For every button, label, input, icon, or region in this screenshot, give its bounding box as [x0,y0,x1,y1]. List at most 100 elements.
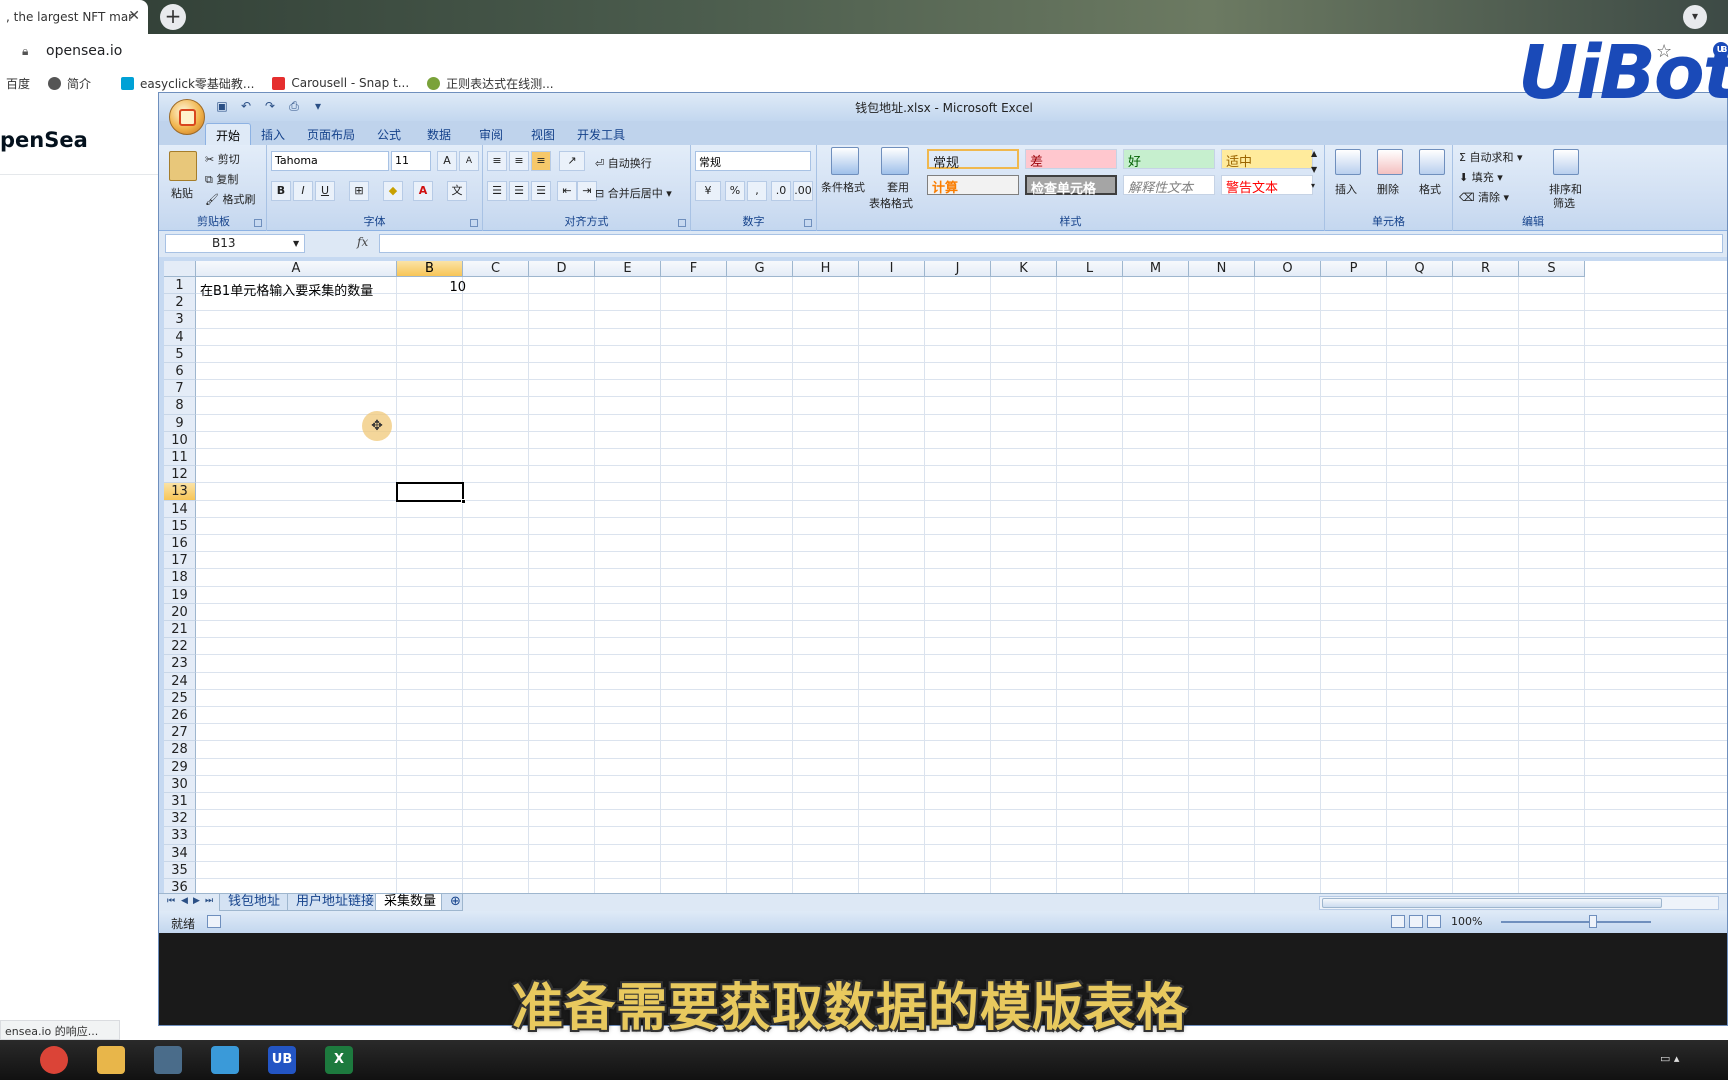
increase-indent-icon[interactable]: ⇥ [577,181,597,201]
style-normal[interactable]: 常规 [927,149,1019,171]
style-warning[interactable]: 警告文本 [1221,175,1313,196]
row-header-12[interactable]: 12 [164,466,196,484]
column-header-K[interactable]: K [991,261,1057,277]
styles-more-icon[interactable]: ▾ [1311,181,1315,190]
formula-input[interactable] [379,234,1723,253]
row-header-13[interactable]: 13 [164,483,196,501]
sheet-tab-user-links[interactable]: 用户地址链接 [287,894,384,911]
active-cell-B13[interactable] [396,482,466,504]
font-color-icon[interactable]: A [413,181,433,201]
tab-page-layout[interactable]: 页面布局 [297,123,365,145]
tab-review[interactable]: 审阅 [469,123,513,145]
row-header-36[interactable]: 36 [164,879,196,893]
browser-tab[interactable]: , the largest NFT mar ✕ [0,0,148,34]
format-as-table-icon[interactable] [881,147,909,175]
tab-data[interactable]: 数据 [417,123,461,145]
row-header-7[interactable]: 7 [164,380,196,398]
next-sheet-icon[interactable]: ▶ [193,896,200,906]
bookmark-easyclick[interactable]: easyclick零基础教... [121,75,254,92]
address-bar[interactable]: 🔒︎ opensea.io ☆ [0,34,1728,70]
row-header-3[interactable]: 3 [164,311,196,329]
name-box-dropdown-icon[interactable]: ▼ [293,239,299,248]
tab-formulas[interactable]: 公式 [367,123,411,145]
style-bad[interactable]: 差 [1025,149,1117,170]
tab-search-icon[interactable]: ▾ [1683,5,1707,29]
font-name-select[interactable]: Tahoma [271,151,389,171]
increase-decimal-icon[interactable]: .0 [771,181,791,201]
bookmark-baidu[interactable]: 百度 [6,75,30,92]
orientation-icon[interactable]: ↗ [559,151,585,171]
cell-B1[interactable]: 10 [402,280,466,295]
paste-icon[interactable] [169,151,197,181]
align-top-icon[interactable]: ≡ [487,151,507,171]
row-header-25[interactable]: 25 [164,689,196,707]
system-tray[interactable]: ▭ ▴ [1660,1052,1679,1065]
row-header-9[interactable]: 9 [164,414,196,432]
row-header-4[interactable]: 4 [164,328,196,346]
taskbar-uibot[interactable]: UB [258,1044,306,1076]
row-header-14[interactable]: 14 [164,500,196,518]
delete-button[interactable]: 删除 [1377,181,1399,197]
column-header-E[interactable]: E [595,261,661,277]
row-header-1[interactable]: 1 [164,277,196,295]
row-header-31[interactable]: 31 [164,793,196,811]
row-header-5[interactable]: 5 [164,345,196,363]
conditional-format-icon[interactable] [831,147,859,175]
row-header-26[interactable]: 26 [164,707,196,725]
first-sheet-icon[interactable]: ⏮ [167,896,175,906]
sort-filter-label-2[interactable]: 筛选 [1553,195,1575,211]
phonetic-icon[interactable]: 文 [447,181,467,201]
row-header-16[interactable]: 16 [164,535,196,553]
macro-record-icon[interactable] [207,915,221,928]
fill-handle[interactable] [461,498,466,504]
font-size-select[interactable]: 11 [391,151,431,171]
row-header-10[interactable]: 10 [164,431,196,449]
bookmark-regex[interactable]: 正则表达式在线测... [427,75,554,92]
row-header-19[interactable]: 19 [164,586,196,604]
url-text[interactable]: opensea.io [46,43,122,59]
dialog-launcher-icon[interactable] [470,219,478,227]
insert-button[interactable]: 插入 [1335,181,1357,197]
column-header-I[interactable]: I [859,261,925,277]
row-header-27[interactable]: 27 [164,724,196,742]
format-as-table-label-2[interactable]: 表格格式 [869,195,913,211]
comma-icon[interactable]: , [747,181,767,201]
format-button[interactable]: 格式 [1419,181,1441,197]
row-header-29[interactable]: 29 [164,758,196,776]
currency-icon[interactable]: ¥ [695,181,721,201]
style-check-cell[interactable]: 检查单元格 [1025,175,1117,197]
bold-icon[interactable]: B [271,181,291,201]
underline-icon[interactable]: U [315,181,335,201]
column-header-F[interactable]: F [661,261,727,277]
column-header-B[interactable]: B [397,261,463,277]
format-cells-icon[interactable] [1419,149,1445,175]
taskbar-remote[interactable] [201,1044,249,1076]
row-header-8[interactable]: 8 [164,397,196,415]
opensea-logo-text[interactable]: penSea [0,128,88,152]
column-header-Q[interactable]: Q [1387,261,1453,277]
sheet-tab-collect-count[interactable]: 采集数量 [375,894,446,911]
sort-filter-icon[interactable] [1553,149,1579,175]
zoom-slider[interactable] [1501,921,1651,923]
style-explanatory[interactable]: 解释性文本 [1123,175,1215,196]
column-header-D[interactable]: D [529,261,595,277]
prev-sheet-icon[interactable]: ◀ [181,896,188,906]
name-box[interactable]: B13 [165,234,305,253]
bookmark-intro[interactable]: 简介 [48,75,91,92]
style-good[interactable]: 好 [1123,149,1215,170]
zoom-slider-knob[interactable] [1589,915,1597,928]
tab-developer[interactable]: 开发工具 [567,123,635,145]
row-header-32[interactable]: 32 [164,810,196,828]
column-header-G[interactable]: G [727,261,793,277]
column-header-N[interactable]: N [1189,261,1255,277]
clear-button[interactable]: ⌫ 清除 ▾ [1459,189,1509,205]
style-calculation[interactable]: 计算 [927,175,1019,196]
align-left-icon[interactable]: ☰ [487,181,507,201]
cut-button[interactable]: ✂ 剪切 [205,151,240,167]
insert-sheet-icon[interactable]: ⊕ [441,894,463,911]
row-header-20[interactable]: 20 [164,603,196,621]
taskbar-excel[interactable]: X [315,1044,363,1076]
row-header-30[interactable]: 30 [164,775,196,793]
row-header-23[interactable]: 23 [164,655,196,673]
row-header-11[interactable]: 11 [164,449,196,467]
